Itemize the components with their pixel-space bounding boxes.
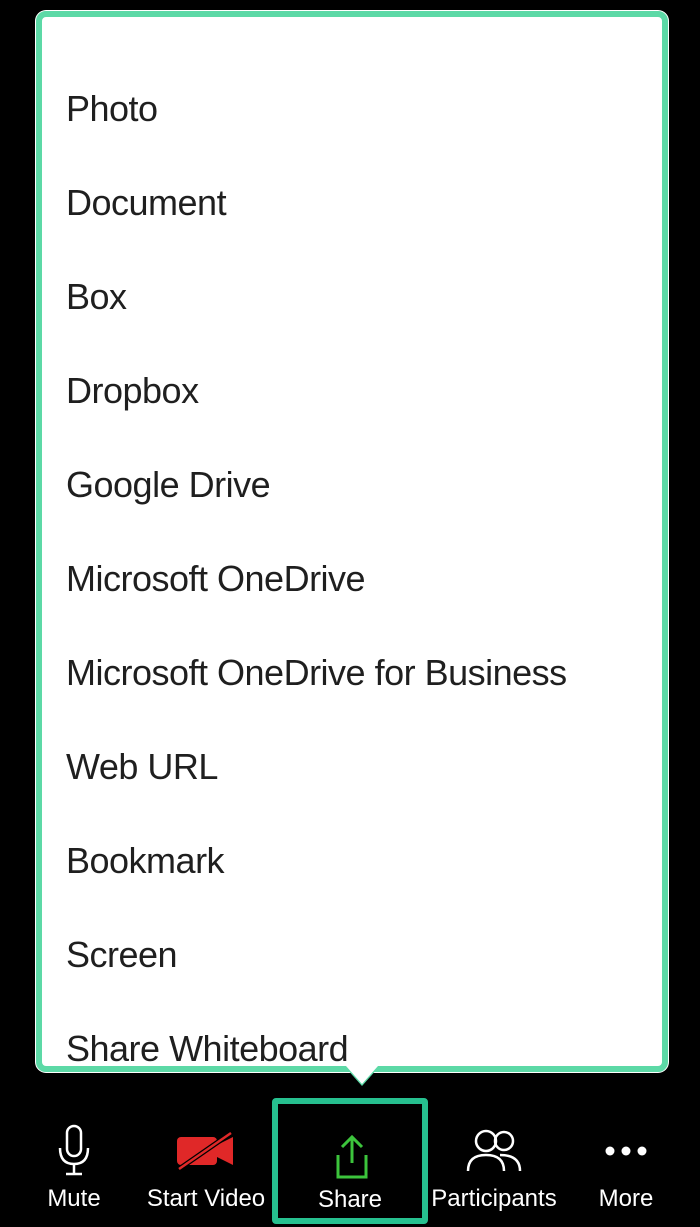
- share-menu-list: Photo Document Box Dropbox Google Drive …: [42, 17, 662, 1066]
- meeting-toolbar: Mute Start Video Share: [0, 1095, 700, 1227]
- share-option-document[interactable]: Document: [64, 156, 654, 250]
- mute-button[interactable]: Mute: [8, 1095, 140, 1221]
- more-icon: [600, 1123, 652, 1179]
- share-option-google-drive[interactable]: Google Drive: [64, 438, 654, 532]
- share-label: Share: [318, 1186, 382, 1214]
- participants-label: Participants: [431, 1185, 556, 1213]
- share-option-onedrive-business[interactable]: Microsoft OneDrive for Business: [64, 626, 654, 720]
- share-option-bookmark[interactable]: Bookmark: [64, 814, 654, 908]
- share-option-screen[interactable]: Screen: [64, 908, 654, 1002]
- share-menu-popover: Photo Document Box Dropbox Google Drive …: [36, 11, 668, 1072]
- share-button[interactable]: Share: [272, 1098, 428, 1224]
- start-video-button[interactable]: Start Video: [140, 1095, 272, 1221]
- video-off-icon: [173, 1123, 239, 1179]
- microphone-icon: [54, 1123, 94, 1179]
- popover-arrow-icon: [346, 1066, 378, 1084]
- share-option-onedrive[interactable]: Microsoft OneDrive: [64, 532, 654, 626]
- share-option-dropbox[interactable]: Dropbox: [64, 344, 654, 438]
- start-video-label: Start Video: [147, 1185, 265, 1213]
- mute-label: Mute: [47, 1185, 100, 1213]
- more-label: More: [599, 1185, 654, 1213]
- participants-icon: [464, 1123, 524, 1179]
- share-option-web-url[interactable]: Web URL: [64, 720, 654, 814]
- participants-button[interactable]: Participants: [428, 1095, 560, 1221]
- share-option-photo[interactable]: Photo: [64, 62, 654, 156]
- share-icon: [324, 1132, 376, 1184]
- more-button[interactable]: More: [560, 1095, 692, 1221]
- share-option-box[interactable]: Box: [64, 250, 654, 344]
